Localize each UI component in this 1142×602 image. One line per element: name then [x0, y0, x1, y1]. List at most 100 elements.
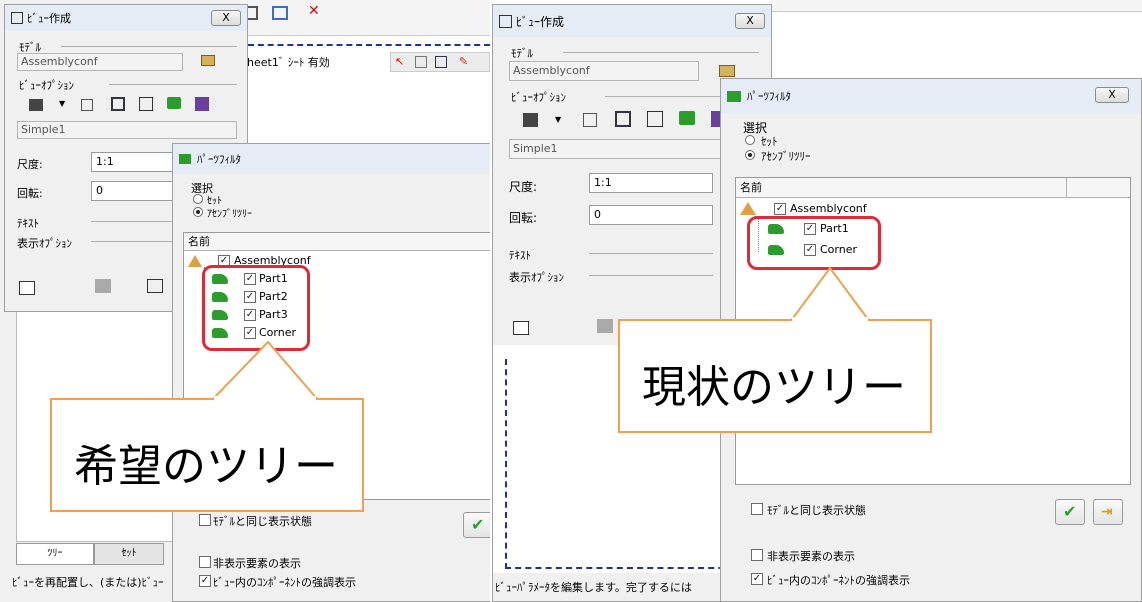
- divider: [605, 96, 725, 97]
- select-filter-icon[interactable]: [435, 56, 447, 68]
- section-icon[interactable]: [647, 111, 663, 127]
- view-options-label: ﾋﾞｭｰｵﾌﾟｼｮﾝ: [511, 91, 566, 104]
- parts-filter-icon: [179, 154, 191, 164]
- scale-label: 尺度:: [509, 180, 538, 194]
- radio-set-label: ｾｯﾄ: [761, 135, 778, 148]
- current-tree-callout-text: 現状のツリー: [642, 362, 906, 413]
- radio-assembly-tree[interactable]: [193, 207, 203, 217]
- tab-tree[interactable]: ﾂﾘｰ: [16, 543, 94, 565]
- divider: [589, 253, 713, 254]
- scale-select[interactable]: 1:1: [589, 173, 713, 193]
- left-parts-filter-titlebar[interactable]: ﾊﾟｰﾂﾌｨﾙﾀ: [173, 144, 491, 174]
- model-label: ﾓﾃﾞﾙ: [511, 47, 533, 60]
- left-parts-filter-dialog: ﾊﾟｰﾂﾌｨﾙﾀ 選択 ｾｯﾄ ｱｾﾝﾌﾞﾘﾂﾘｰ 名前 ✓ Assemblyc…: [172, 143, 493, 602]
- config-field[interactable]: Simple1: [509, 139, 721, 159]
- checkbox-emphasis[interactable]: ✓: [199, 575, 211, 587]
- ok-button[interactable]: ✔: [1055, 499, 1085, 525]
- parts-filter-icon[interactable]: [167, 97, 181, 109]
- print-icon[interactable]: [597, 319, 613, 333]
- refresh-icon[interactable]: [147, 279, 163, 293]
- select-toolbar: ↖ ✎: [390, 52, 490, 72]
- rotation-select[interactable]: 0: [91, 181, 181, 201]
- print-icon[interactable]: [95, 279, 111, 293]
- top-toolbar: ✕: [240, 0, 490, 36]
- radio-assembly-label: ｱｾﾝﾌﾞﾘﾂﾘｰ: [207, 209, 252, 220]
- select-box-icon[interactable]: [415, 56, 427, 68]
- divider: [589, 275, 713, 276]
- rotation-label: 回転:: [509, 211, 538, 225]
- select-pen-icon[interactable]: ✎: [459, 55, 468, 68]
- config-field[interactable]: Simple1: [17, 121, 237, 139]
- right-parts-filter-titlebar[interactable]: ﾊﾟｰﾂﾌｨﾙﾀ: [721, 79, 1141, 113]
- divider: [563, 52, 759, 53]
- checkbox-show-hidden[interactable]: [199, 556, 211, 568]
- status-bar-text: ﾋﾞｭｰﾊﾟﾗﾒｰﾀを編集します。完了するには: [495, 581, 692, 594]
- desired-tree-callout-text: 希望のツリー: [74, 441, 338, 492]
- isometric-view-icon[interactable]: [583, 113, 597, 127]
- view-orientation-icon[interactable]: [29, 99, 43, 111]
- right-view-dialog-title: ﾋﾞｭｰ作成: [516, 14, 565, 29]
- right-parts-filter-close-button[interactable]: X: [1095, 87, 1129, 103]
- properties-icon[interactable]: [19, 281, 35, 295]
- rotation-label: 回転:: [17, 187, 43, 200]
- current-tree-callout: 現状のツリー: [618, 319, 932, 433]
- chevron-down-icon[interactable]: ▼: [555, 115, 561, 124]
- divider: [91, 241, 181, 242]
- section-icon[interactable]: [139, 97, 153, 111]
- right-view-close-button[interactable]: X: [735, 13, 765, 29]
- left-view-close-button[interactable]: X: [211, 10, 241, 26]
- toolbar-delete-view-icon[interactable]: ✕: [308, 4, 324, 18]
- assembly-icon: [188, 255, 202, 267]
- same-state-label: ﾓﾃﾞﾙと同じ表示状態: [767, 504, 866, 517]
- rotation-select[interactable]: 0: [589, 205, 713, 225]
- parts-filter-icon[interactable]: [679, 111, 695, 125]
- cancel-icon: ⇥: [1101, 504, 1113, 520]
- right-view-dialog-titlebar[interactable]: ﾋﾞｭｰ作成: [493, 5, 771, 37]
- left-parts-filter-title: ﾊﾟｰﾂﾌｨﾙﾀ: [197, 153, 241, 166]
- divider: [91, 221, 181, 222]
- hidden-lines-icon[interactable]: [615, 111, 631, 127]
- checkbox-same-state[interactable]: [751, 503, 763, 515]
- checkbox-root[interactable]: ✓: [774, 203, 786, 215]
- chevron-down-icon[interactable]: ▼: [59, 99, 65, 108]
- left-view-dialog-title: ﾋﾞｭｰ作成: [27, 12, 71, 25]
- properties-icon[interactable]: [513, 321, 529, 335]
- show-hidden-label: 非表示要素の表示: [213, 557, 301, 570]
- toolbar-move-view-icon[interactable]: [272, 6, 288, 20]
- tab-set[interactable]: ｾｯﾄ: [94, 543, 164, 565]
- view-dialog-icon: [11, 12, 23, 24]
- column-header-name[interactable]: 名前: [736, 178, 1130, 198]
- checkbox-show-hidden[interactable]: [751, 549, 763, 561]
- model-field[interactable]: Assemblyconf: [17, 53, 183, 71]
- radio-assembly-tree[interactable]: [745, 150, 755, 160]
- scale-label: 尺度:: [17, 158, 43, 171]
- radio-assembly-label: ｱｾﾝﾌﾞﾘﾂﾘｰ: [761, 150, 811, 163]
- right-top-toolbar: [770, 0, 1142, 12]
- display-options-label: 表示ｵﾌﾟｼｮﾝ: [17, 237, 72, 250]
- ok-button[interactable]: ✔: [463, 512, 493, 538]
- view-orientation-icon[interactable]: [523, 113, 538, 127]
- select-arrow-icon[interactable]: ↖: [395, 55, 404, 68]
- cancel-button[interactable]: ⇥: [1093, 499, 1123, 525]
- open-folder-icon[interactable]: [201, 55, 215, 66]
- radio-set[interactable]: [193, 194, 203, 204]
- sheet-dashed-border: [505, 359, 507, 569]
- sheet-status-text: heet1ﾞ ｼｰﾄ 有効: [247, 56, 330, 69]
- desired-tree-callout: 希望のツリー: [50, 398, 364, 512]
- assembly-icon: [740, 202, 756, 215]
- hidden-lines-icon[interactable]: [111, 97, 125, 111]
- column-header-name[interactable]: 名前: [184, 233, 492, 251]
- divider: [61, 46, 237, 47]
- checkbox-emphasis[interactable]: ✓: [751, 573, 763, 585]
- check-icon: ✔: [471, 515, 485, 534]
- column-divider: [1066, 178, 1067, 198]
- isometric-view-icon[interactable]: [81, 99, 93, 111]
- checkbox-same-state[interactable]: [199, 514, 211, 526]
- same-state-label: ﾓﾃﾞﾙと同じ表示状態: [213, 515, 312, 528]
- model-field[interactable]: Assemblyconf: [509, 61, 699, 81]
- open-folder-icon[interactable]: [719, 65, 735, 77]
- tree-root-label: Assemblyconf: [790, 202, 867, 215]
- palette-icon[interactable]: [195, 97, 209, 111]
- scale-select[interactable]: 1:1: [91, 152, 181, 172]
- radio-set[interactable]: [745, 135, 755, 145]
